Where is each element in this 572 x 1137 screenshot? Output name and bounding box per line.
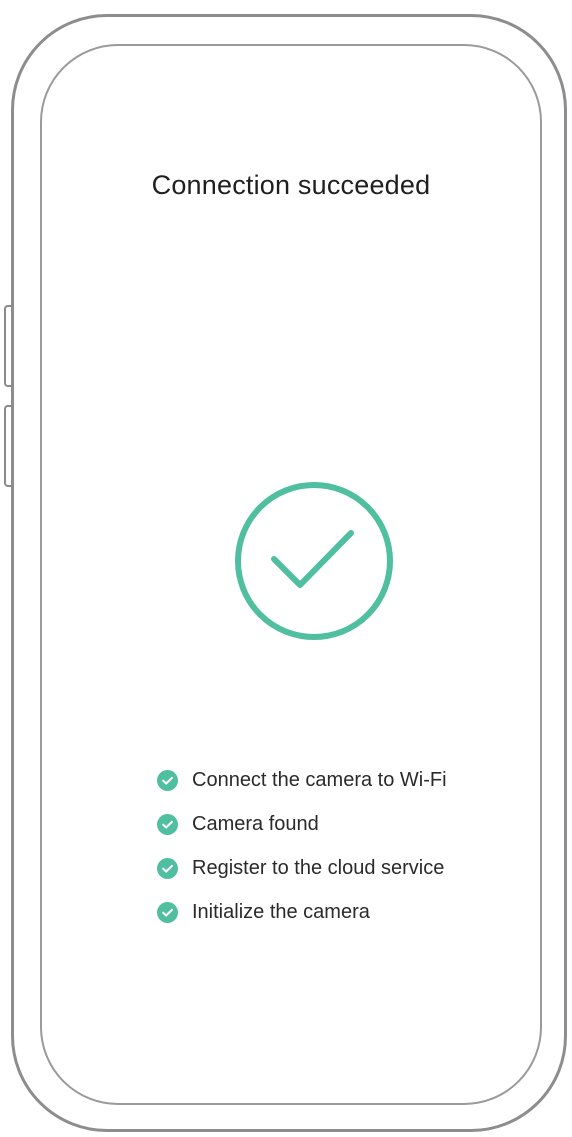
check-circle-icon — [157, 857, 178, 879]
phone-frame: Connection succeeded Connect the camera … — [11, 14, 567, 1132]
step-label: Initialize the camera — [192, 900, 370, 923]
phone-screen: Connection succeeded Connect the camera … — [40, 44, 542, 1105]
list-item: Connect the camera to Wi-Fi — [157, 758, 447, 802]
check-circle-icon — [157, 813, 178, 835]
progress-step-list: Connect the camera to Wi-Fi Camera found… — [157, 758, 447, 934]
page-title: Connection succeeded — [151, 170, 431, 200]
list-item: Initialize the camera — [157, 890, 447, 934]
step-label: Register to the cloud service — [192, 856, 445, 879]
success-check-icon — [235, 482, 393, 640]
step-label: Camera found — [192, 812, 319, 835]
list-item: Camera found — [157, 802, 447, 846]
list-item: Register to the cloud service — [157, 846, 447, 890]
check-circle-icon — [157, 901, 178, 923]
step-label: Connect the camera to Wi-Fi — [192, 768, 447, 791]
check-circle-icon — [157, 769, 178, 791]
